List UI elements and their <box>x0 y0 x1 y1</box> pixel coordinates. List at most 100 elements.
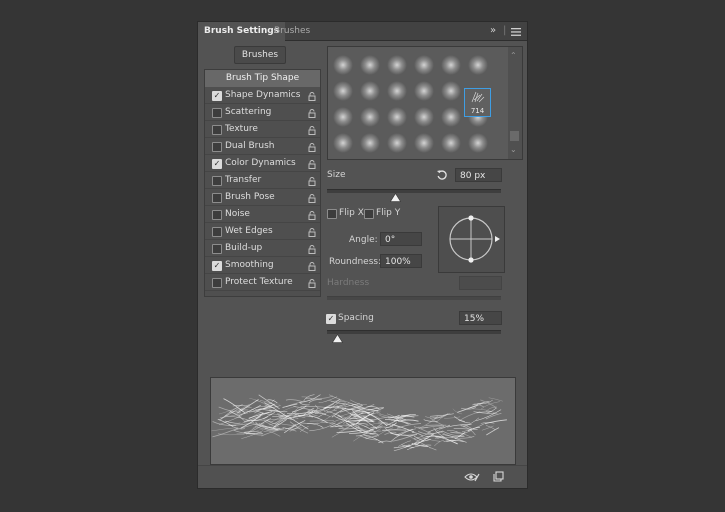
brush-tip-count: 714 <box>470 107 485 115</box>
lock-icon[interactable] <box>308 91 316 101</box>
option-checkbox[interactable] <box>212 142 222 152</box>
option-checkbox[interactable] <box>212 176 222 186</box>
double-chevron-right-icon[interactable]: » <box>490 22 496 40</box>
option-row[interactable]: Protect Texture <box>205 274 320 291</box>
brush-tip-thumbnail[interactable] <box>414 55 434 75</box>
brush-tip-thumbnail[interactable] <box>414 81 434 101</box>
brush-tip-thumbnail[interactable] <box>333 55 353 75</box>
flip-x-checkbox[interactable] <box>327 209 337 219</box>
option-row[interactable]: Dual Brush <box>205 138 320 155</box>
brush-tip-thumbnail[interactable] <box>468 55 488 75</box>
spacing-label: Spacing <box>338 313 374 323</box>
brush-tip-thumbnail[interactable] <box>360 107 380 127</box>
eye-toggle-icon[interactable] <box>464 471 480 483</box>
option-row[interactable]: Texture <box>205 121 320 138</box>
tab-bar: Brush Settings Brushes » | <box>198 22 527 41</box>
option-checkbox[interactable] <box>212 193 222 203</box>
option-row[interactable]: Scattering <box>205 104 320 121</box>
option-checkbox[interactable]: ✓ <box>212 91 222 101</box>
brush-tip-thumbnail[interactable] <box>441 107 461 127</box>
scrollbar-thumb[interactable] <box>510 131 519 141</box>
lock-icon[interactable] <box>308 193 316 203</box>
brush-tip-thumbnail[interactable] <box>360 55 380 75</box>
stroke-hair <box>416 431 431 439</box>
brush-tip-thumbnail[interactable] <box>387 55 407 75</box>
brush-tip-thumbnail[interactable] <box>387 81 407 101</box>
option-checkbox[interactable] <box>212 125 222 135</box>
option-checkbox[interactable] <box>212 278 222 288</box>
selected-brush-tip[interactable]: 714 <box>464 88 491 117</box>
brush-tip-thumbnail[interactable] <box>387 107 407 127</box>
brush-tip-thumbnail-icon <box>471 91 485 103</box>
new-preset-icon[interactable] <box>493 471 504 482</box>
option-row[interactable]: Transfer <box>205 172 320 189</box>
size-field[interactable]: 80 px <box>455 168 502 182</box>
option-row[interactable]: Noise <box>205 206 320 223</box>
lock-icon[interactable] <box>308 210 316 220</box>
option-label: Scattering <box>225 107 272 117</box>
brush-tip-thumbnail[interactable] <box>441 81 461 101</box>
flip-y-checkbox[interactable] <box>364 209 374 219</box>
stroke-hair <box>457 404 479 413</box>
brush-tip-thumbnail[interactable] <box>441 133 461 153</box>
lock-icon[interactable] <box>308 176 316 186</box>
option-row[interactable]: Wet Edges <box>205 223 320 240</box>
spacing-field[interactable]: 15% <box>459 311 502 325</box>
size-slider-track[interactable] <box>327 189 501 193</box>
stroke-hair <box>299 402 310 406</box>
brush-tip-grid[interactable]: 714 ⌃ ⌄ <box>327 46 523 160</box>
spacing-slider-track[interactable] <box>327 330 501 334</box>
brush-tip-thumbnail[interactable] <box>333 107 353 127</box>
option-row[interactable]: Brush Pose <box>205 189 320 206</box>
stroke-hair <box>486 427 500 436</box>
option-row[interactable]: ✓ Shape Dynamics <box>205 87 320 104</box>
scroll-up-icon[interactable]: ⌃ <box>510 51 517 60</box>
option-brush-tip-shape[interactable]: Brush Tip Shape <box>205 70 320 87</box>
tab-brushes[interactable]: Brushes <box>268 22 316 40</box>
angle-roundness-widget[interactable] <box>438 206 505 273</box>
option-label: Protect Texture <box>225 277 293 287</box>
option-row[interactable]: Build-up <box>205 240 320 257</box>
lock-icon[interactable] <box>308 125 316 135</box>
option-checkbox[interactable] <box>212 210 222 220</box>
tip-grid-scrollbar[interactable]: ⌃ ⌄ <box>508 47 522 159</box>
option-row[interactable]: ✓ Color Dynamics <box>205 155 320 172</box>
lock-icon[interactable] <box>308 159 316 169</box>
stroke-hair <box>481 425 494 431</box>
spacing-checkbox[interactable]: ✓ <box>326 314 336 324</box>
brush-tip-thumbnail[interactable] <box>387 133 407 153</box>
brush-tip-thumbnail[interactable] <box>360 133 380 153</box>
option-checkbox[interactable] <box>212 244 222 254</box>
lock-icon[interactable] <box>308 244 316 254</box>
stroke-hair <box>444 416 461 419</box>
lock-icon[interactable] <box>308 278 316 288</box>
roundness-field[interactable]: 100% <box>380 254 422 268</box>
lock-icon[interactable] <box>308 261 316 271</box>
scroll-down-icon[interactable]: ⌄ <box>510 145 517 154</box>
brush-tip-thumbnail[interactable] <box>333 133 353 153</box>
option-checkbox[interactable]: ✓ <box>212 159 222 169</box>
panel-bottom-bar <box>198 465 527 488</box>
option-checkbox[interactable] <box>212 227 222 237</box>
brush-tip-thumbnail[interactable] <box>360 81 380 101</box>
hardness-field <box>459 276 502 290</box>
reset-size-icon[interactable] <box>436 169 448 181</box>
lock-icon[interactable] <box>308 108 316 118</box>
brush-tip-thumbnail[interactable] <box>468 133 488 153</box>
brush-tip-thumbnail[interactable] <box>333 81 353 101</box>
stroke-hair <box>429 417 445 426</box>
lock-icon[interactable] <box>308 227 316 237</box>
brush-tip-thumbnail[interactable] <box>441 55 461 75</box>
option-row[interactable]: ✓ Smoothing <box>205 257 320 274</box>
lock-icon[interactable] <box>308 142 316 152</box>
angle-field[interactable]: 0° <box>380 232 422 246</box>
stroke-hair <box>429 413 454 417</box>
angle-label: Angle: <box>349 235 378 245</box>
stroke-hair <box>273 418 288 428</box>
brush-tip-thumbnail[interactable] <box>414 133 434 153</box>
option-checkbox[interactable]: ✓ <box>212 261 222 271</box>
brush-tip-thumbnail[interactable] <box>414 107 434 127</box>
option-checkbox[interactable] <box>212 108 222 118</box>
menu-icon[interactable] <box>511 26 521 36</box>
brushes-button[interactable]: Brushes <box>234 46 286 64</box>
